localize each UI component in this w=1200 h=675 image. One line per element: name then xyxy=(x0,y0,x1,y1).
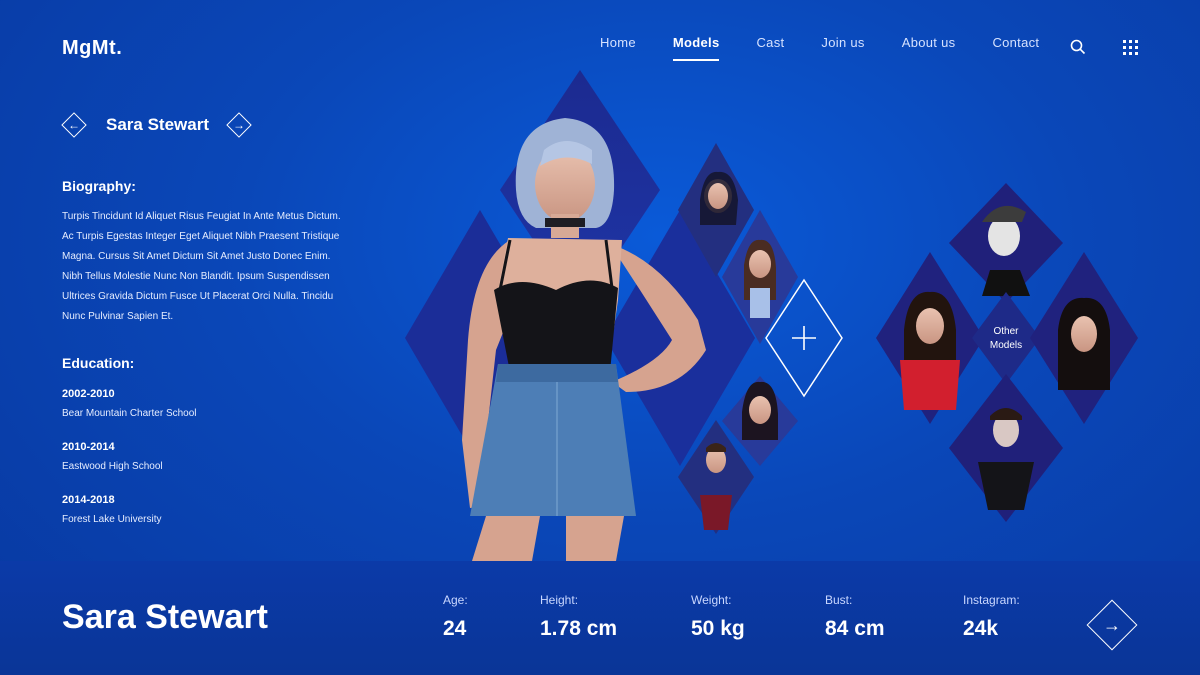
stat-instagram: Instagram: 24k xyxy=(963,593,1020,641)
stat-label: Weight: xyxy=(691,593,732,607)
stat-weight: Weight: 50 kg xyxy=(691,593,745,641)
stat-value: 50 kg xyxy=(691,617,745,640)
stat-height: Height: 1.78 cm xyxy=(540,593,617,641)
arrow-right-icon: → xyxy=(1103,615,1121,635)
stat-age: Age: 24 xyxy=(443,593,468,641)
stat-label: Bust: xyxy=(825,593,853,607)
model-thumbnail[interactable] xyxy=(949,183,1063,303)
other-models-label: Other xyxy=(993,326,1019,337)
stats-bar: Sara Stewart Age: 24 Height: 1.78 cm Wei… xyxy=(0,561,1200,675)
stat-value: 84 cm xyxy=(825,617,885,640)
model-thumbnail[interactable] xyxy=(876,252,984,424)
stat-value: 24k xyxy=(963,617,999,640)
other-models-button[interactable]: Other Models xyxy=(972,292,1040,384)
other-models-label: Models xyxy=(990,340,1022,351)
model-thumbnail[interactable] xyxy=(949,374,1063,522)
stat-label: Age: xyxy=(443,593,468,607)
stat-value: 1.78 cm xyxy=(540,617,618,640)
model-thumbnail[interactable] xyxy=(1030,252,1138,424)
stat-label: Height: xyxy=(540,593,579,607)
stat-bust: Bust: 84 cm xyxy=(825,593,885,641)
model-name: Sara Stewart xyxy=(62,598,268,636)
stat-value: 24 xyxy=(443,617,467,640)
next-profile-button[interactable]: → xyxy=(1084,597,1140,653)
stat-label: Instagram: xyxy=(963,593,1020,607)
